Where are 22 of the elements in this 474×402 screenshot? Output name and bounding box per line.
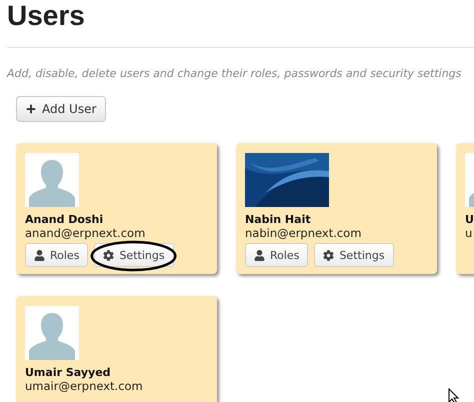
user-email: nabin@erpnext.com [245,226,362,240]
user-name: Umair Sayyed [25,366,112,379]
cursor-icon [448,388,460,402]
user-email: anand@erpnext.com [25,226,146,240]
page-title: Users [6,0,86,33]
user-icon [34,250,45,260]
user-email: u [465,226,474,240]
user-name: U [465,213,474,226]
plus-icon [26,104,36,114]
gear-icon [103,250,114,260]
page-description: Add, disable, delete users and change their roles, passwords and security settings [7,67,462,80]
user-name: Anand Doshi [25,213,104,226]
user-name: Nabin Hait [245,213,312,226]
add-user-button[interactable]: Add User [16,96,106,122]
gear-icon [323,250,334,260]
avatar-icon [25,306,79,360]
settings-button[interactable]: Settings [314,243,394,267]
roles-button[interactable]: Roles [245,243,308,267]
roles-button[interactable]: Roles [25,243,88,267]
user-email: umair@erpnext.com [25,379,144,393]
user-icon [254,250,265,260]
avatar-icon [25,153,79,207]
